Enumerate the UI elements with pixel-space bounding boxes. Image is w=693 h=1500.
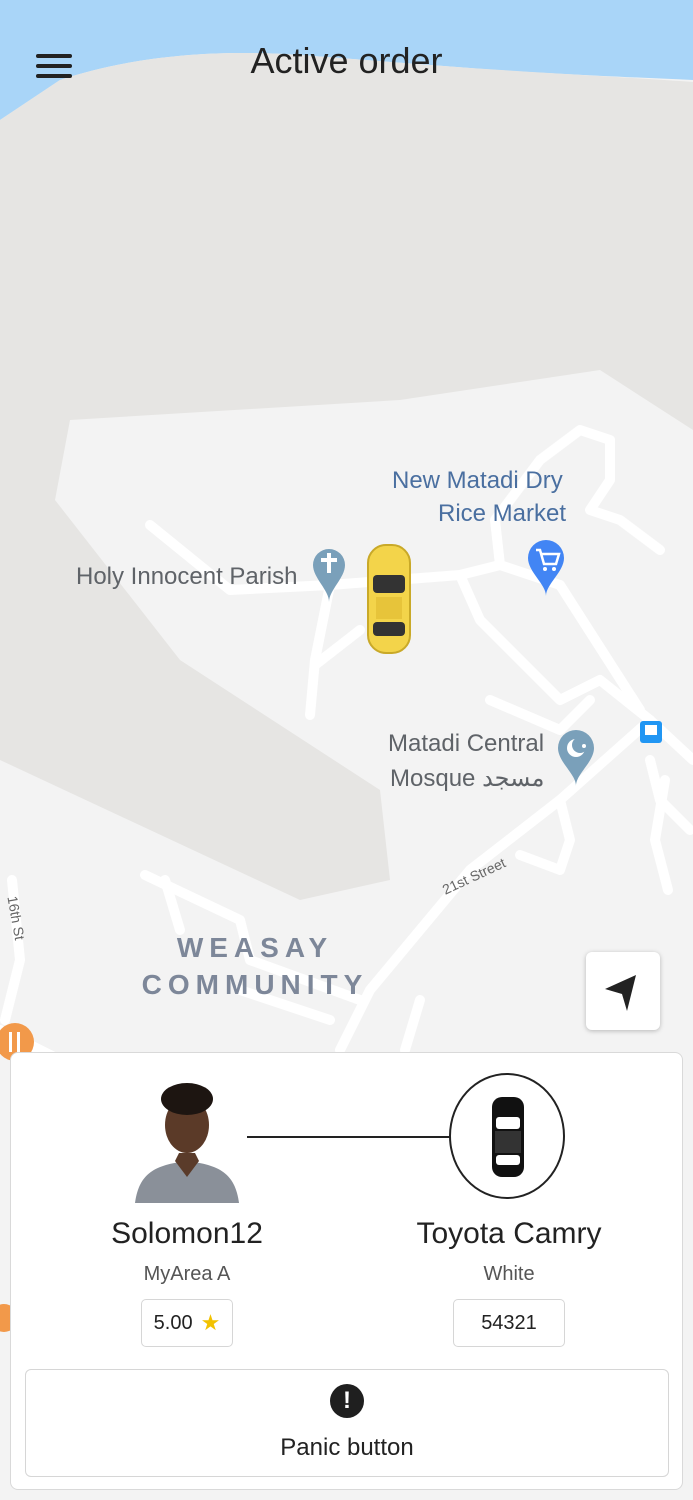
star-icon: ★ bbox=[200, 1310, 221, 1335]
app-header: Active order bbox=[0, 0, 693, 120]
exclamation-icon: ! bbox=[330, 1384, 364, 1418]
market-label-line1: New Matadi Dry bbox=[392, 467, 563, 494]
parish-label: Holy Innocent Parish bbox=[76, 563, 298, 590]
vehicle-plate: 54321 bbox=[481, 1311, 537, 1334]
vehicle-model: Toyota Camry bbox=[416, 1217, 602, 1250]
page-title: Active order bbox=[250, 40, 443, 81]
bus-stop-icon bbox=[640, 721, 662, 743]
car-top-view-icon bbox=[492, 1097, 524, 1177]
rating-value: 5.00 bbox=[153, 1311, 193, 1334]
panic-button[interactable]: ! Panic button bbox=[25, 1369, 669, 1477]
vehicle-plate-badge: 54321 bbox=[453, 1299, 565, 1347]
panic-button-label: Panic button bbox=[280, 1434, 414, 1461]
market-label-line2: Rice Market bbox=[438, 500, 567, 527]
driver-area: MyArea A bbox=[143, 1263, 231, 1285]
driver-rating-badge: 5.00 ★ bbox=[141, 1299, 233, 1347]
taxi-car-icon bbox=[367, 544, 411, 654]
navigation-arrow-icon bbox=[605, 975, 636, 1011]
mosque-label-line1: Matadi Central bbox=[388, 730, 545, 757]
community-label-line1: WEASAY bbox=[176, 932, 334, 963]
driver-vehicle-connector bbox=[247, 1136, 455, 1138]
vehicle-color: White bbox=[483, 1263, 535, 1285]
mosque-label-line2: Mosque مسجد bbox=[390, 765, 545, 792]
driver-avatar bbox=[135, 1073, 239, 1203]
vehicle-icon-circle bbox=[449, 1073, 565, 1199]
driver-name: Solomon12 bbox=[111, 1217, 263, 1250]
my-location-button[interactable] bbox=[586, 952, 660, 1030]
community-label-line2: COMMUNITY bbox=[141, 969, 369, 1000]
order-card: Solomon12 MyArea A 5.00 ★ Toyota Camry W… bbox=[10, 1052, 683, 1490]
